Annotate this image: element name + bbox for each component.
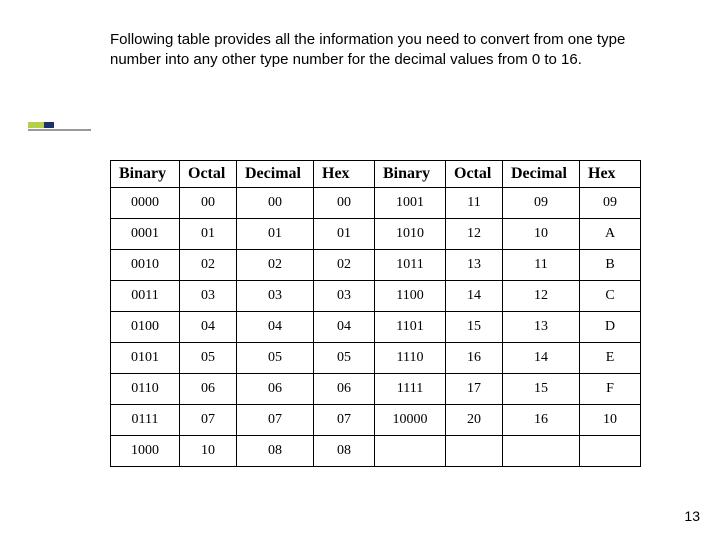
cell: 00 bbox=[180, 188, 237, 219]
cell: 05 bbox=[237, 343, 314, 374]
cell: 04 bbox=[314, 312, 375, 343]
cell: 09 bbox=[503, 188, 580, 219]
table-row: 010105050511101614E bbox=[111, 343, 641, 374]
cell: 08 bbox=[237, 436, 314, 467]
cell: 11 bbox=[446, 188, 503, 219]
cell: 1110 bbox=[375, 343, 446, 374]
bullet-underline bbox=[28, 129, 91, 131]
cell: D bbox=[580, 312, 641, 343]
cell: 1001 bbox=[375, 188, 446, 219]
cell: 07 bbox=[237, 405, 314, 436]
cell: C bbox=[580, 281, 641, 312]
table-header-row: Binary Octal Decimal Hex Binary Octal De… bbox=[111, 161, 641, 188]
cell: 1101 bbox=[375, 312, 446, 343]
table-row: 010004040411011513D bbox=[111, 312, 641, 343]
cell: 1010 bbox=[375, 219, 446, 250]
cell: 12 bbox=[446, 219, 503, 250]
cell: 03 bbox=[237, 281, 314, 312]
table-row: 000101010110101210A bbox=[111, 219, 641, 250]
cell: 09 bbox=[580, 188, 641, 219]
cell: 14 bbox=[503, 343, 580, 374]
col-octal-1: Octal bbox=[180, 161, 237, 188]
cell: B bbox=[580, 250, 641, 281]
col-octal-2: Octal bbox=[446, 161, 503, 188]
cell: 14 bbox=[446, 281, 503, 312]
cell: 08 bbox=[314, 436, 375, 467]
col-binary-2: Binary bbox=[375, 161, 446, 188]
table-body: 00000000001001110909000101010110101210A0… bbox=[111, 188, 641, 467]
conversion-table: Binary Octal Decimal Hex Binary Octal De… bbox=[110, 160, 641, 467]
col-decimal-1: Decimal bbox=[237, 161, 314, 188]
cell: 20 bbox=[446, 405, 503, 436]
cell: A bbox=[580, 219, 641, 250]
cell: 02 bbox=[314, 250, 375, 281]
cell: 15 bbox=[446, 312, 503, 343]
cell: 1011 bbox=[375, 250, 446, 281]
cell: 16 bbox=[503, 405, 580, 436]
cell: 10 bbox=[503, 219, 580, 250]
cell: 05 bbox=[314, 343, 375, 374]
cell: F bbox=[580, 374, 641, 405]
cell: 0000 bbox=[111, 188, 180, 219]
cell: 05 bbox=[180, 343, 237, 374]
page-number: 13 bbox=[684, 508, 700, 524]
cell: 0111 bbox=[111, 405, 180, 436]
cell: 00 bbox=[314, 188, 375, 219]
table-row: 001002020210111311B bbox=[111, 250, 641, 281]
cell: 12 bbox=[503, 281, 580, 312]
col-decimal-2: Decimal bbox=[503, 161, 580, 188]
cell: E bbox=[580, 343, 641, 374]
cell: 10 bbox=[180, 436, 237, 467]
cell: 0101 bbox=[111, 343, 180, 374]
cell: 0011 bbox=[111, 281, 180, 312]
table-row: 1000100808 bbox=[111, 436, 641, 467]
table-row: 011107070710000201610 bbox=[111, 405, 641, 436]
table-row: 00000000001001110909 bbox=[111, 188, 641, 219]
cell: 0010 bbox=[111, 250, 180, 281]
cell bbox=[446, 436, 503, 467]
cell: 07 bbox=[314, 405, 375, 436]
cell: 04 bbox=[180, 312, 237, 343]
cell: 17 bbox=[446, 374, 503, 405]
table-row: 001103030311001412C bbox=[111, 281, 641, 312]
cell: 03 bbox=[314, 281, 375, 312]
cell bbox=[375, 436, 446, 467]
cell: 10000 bbox=[375, 405, 446, 436]
cell: 1100 bbox=[375, 281, 446, 312]
cell: 0110 bbox=[111, 374, 180, 405]
col-hex-2: Hex bbox=[580, 161, 641, 188]
cell: 04 bbox=[237, 312, 314, 343]
cell: 0001 bbox=[111, 219, 180, 250]
cell bbox=[503, 436, 580, 467]
cell: 16 bbox=[446, 343, 503, 374]
cell: 06 bbox=[237, 374, 314, 405]
cell: 15 bbox=[503, 374, 580, 405]
col-hex-1: Hex bbox=[314, 161, 375, 188]
cell: 07 bbox=[180, 405, 237, 436]
cell: 01 bbox=[237, 219, 314, 250]
cell: 13 bbox=[503, 312, 580, 343]
cell: 01 bbox=[314, 219, 375, 250]
intro-text: Following table provides all the informa… bbox=[110, 30, 670, 69]
cell: 1111 bbox=[375, 374, 446, 405]
cell bbox=[580, 436, 641, 467]
cell: 06 bbox=[314, 374, 375, 405]
cell: 00 bbox=[237, 188, 314, 219]
col-binary-1: Binary bbox=[111, 161, 180, 188]
cell: 0100 bbox=[111, 312, 180, 343]
cell: 02 bbox=[180, 250, 237, 281]
cell: 10 bbox=[580, 405, 641, 436]
cell: 06 bbox=[180, 374, 237, 405]
cell: 13 bbox=[446, 250, 503, 281]
cell: 02 bbox=[237, 250, 314, 281]
cell: 01 bbox=[180, 219, 237, 250]
table-row: 011006060611111715F bbox=[111, 374, 641, 405]
cell: 1000 bbox=[111, 436, 180, 467]
cell: 11 bbox=[503, 250, 580, 281]
cell: 03 bbox=[180, 281, 237, 312]
